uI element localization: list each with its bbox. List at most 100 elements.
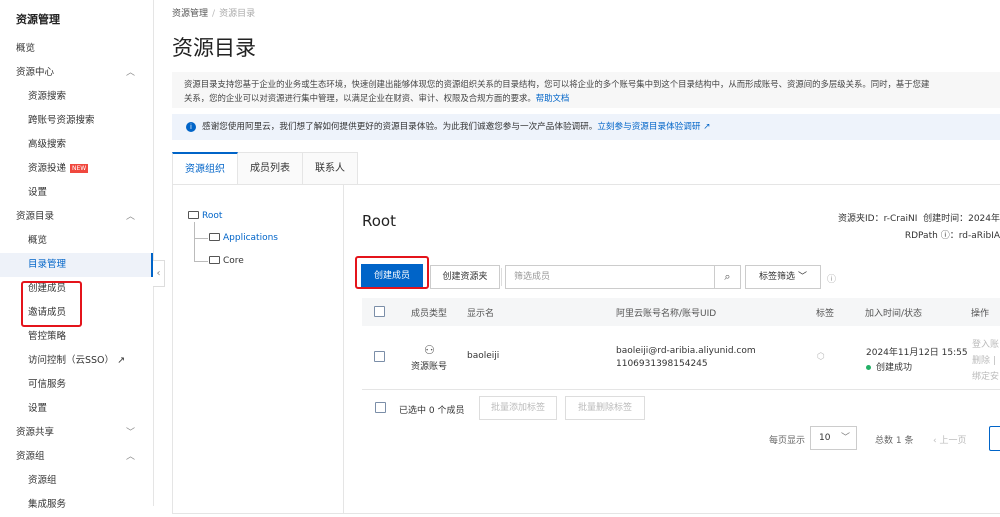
breadcrumb-link[interactable]: 资源管理 [172,9,208,19]
tree-line [194,222,195,262]
chevron-down-icon: ﹀ [125,428,135,438]
new-badge: NEW [70,164,89,173]
help-icon[interactable]: ⓘ [941,231,950,241]
sidebar-item-resource-group[interactable]: 资源组 [0,469,153,493]
sidebar-item-advanced-search[interactable]: 高级搜索 [0,133,153,157]
chevron-up-icon: ︿ [125,212,135,222]
rdpath-label: RDPath [904,231,938,241]
created-time: 创建时间：2024年 [923,214,1000,224]
select-all-checkbox[interactable] [374,306,385,317]
tree-node-applications[interactable]: Applications [209,232,278,243]
description-line: 关系，您的企业可以对资源进行集中管理，以满足企业在财资、审计、权限及合规方面的要… [184,93,536,103]
page-1-button[interactable] [989,426,1000,451]
label: 设置 [28,187,48,198]
search-icon[interactable]: ⌕ [714,266,740,288]
help-icon[interactable]: ⓘ [827,272,836,285]
help-doc-link[interactable]: 帮助文档 [536,93,570,103]
select-all-footer-checkbox[interactable] [375,402,386,413]
per-page-value: 10 [819,433,831,443]
sidebar: 资源管理 概览 资源中心 ︿ 资源搜索 跨账号资源搜索 高级搜索 资源投递 NEW … [0,0,154,510]
sidebar-item-trusted-services[interactable]: 可信服务 [0,373,153,397]
survey-link[interactable]: 立刻参与资源目录体验调研 [597,122,700,132]
bind-action[interactable]: 绑定安 [972,369,999,382]
highlight-box [21,281,82,327]
rdpath-value: ：rd-aRibIA [949,231,1000,241]
highlight-box [355,256,429,289]
sidebar-item-rd-overview[interactable]: 概览 [0,229,153,253]
sidebar-item-overview[interactable]: 概览 [0,37,153,61]
prev-page-button[interactable]: ‹ 上一页 [933,433,966,446]
sidebar-item-settings[interactable]: 设置 [0,181,153,205]
separator: / [212,9,216,19]
label: 集成服务 [28,499,67,510]
tree-label: Core [223,256,244,266]
tab-member-list[interactable]: 成员列表 [238,152,303,185]
tree-root[interactable]: Root [188,210,222,221]
label: 可信服务 [28,379,67,390]
batch-remove-tags-button[interactable]: 批量删除标签 [565,396,645,420]
search-placeholder: 筛选成员 [514,272,551,282]
selected-count: 已选中 0 个成员 [399,406,465,416]
user-icon: ⚇ [424,343,435,357]
label: 资源共享 [16,427,55,438]
sidebar-group-resource-directory[interactable]: 资源目录 ︿ [0,205,153,229]
delete-action[interactable]: 删除 | [972,353,996,366]
page-title: 资源目录 [172,36,256,60]
tag-icon[interactable]: ⬡ [817,352,825,362]
create-folder-button[interactable]: 创建资源夹 [430,265,500,289]
sidebar-group-resource-sharing[interactable]: 资源共享 ﹀ [0,421,153,445]
sidebar-item-integration[interactable]: 集成服务 [0,493,153,517]
collapse-sidebar-button[interactable]: ‹ [153,260,165,287]
label: 资源搜索 [28,91,67,102]
folder-icon [188,211,199,219]
sidebar-item-cross-account-search[interactable]: 跨账号资源搜索 [0,109,153,133]
column-header: 显示名 [467,309,495,319]
label: 资源组 [16,451,45,462]
member-name-link[interactable]: baoleiji [467,351,499,361]
member-search-input[interactable]: 筛选成员 ⌕ [505,265,741,289]
label: 资源组 [28,475,57,486]
sidebar-item-cloud-sso[interactable]: 访问控制（云SSO） ↗ [0,349,153,373]
column-header: 标签 [816,309,835,319]
label: 标签筛选 [759,272,796,282]
folder-icon [209,233,220,241]
success-dot [866,365,871,370]
tree-label: Applications [223,233,278,243]
tree-label: Root [202,211,223,221]
chevron-down-icon: ﹀ [797,272,807,282]
account-name: baoleiji@rd-aribia.aliyunid.com [616,346,756,356]
folder-id: 资源夹ID：r-CraiNI [838,214,918,224]
tab-resource-organization[interactable]: 资源组织 [172,152,238,185]
label: 设置 [28,403,48,414]
row-checkbox[interactable] [374,351,385,362]
sidebar-group-resource-center[interactable]: 资源中心 ︿ [0,61,153,85]
member-type: 资源账号 [411,362,448,372]
chevron-up-icon: ︿ [125,452,135,462]
divider [501,268,502,286]
folder-icon [209,256,220,264]
account-uid: 1106931398154245 [616,359,708,369]
tab-bar: 资源组织 成员列表 联系人 [172,152,358,185]
sidebar-item-control-policy[interactable]: 管控策略 [0,325,153,349]
status-text: 创建成功 [876,363,913,373]
batch-add-tags-button[interactable]: 批量添加标签 [479,396,557,420]
tree-node-core[interactable]: Core [209,255,244,266]
tree-line [194,261,208,262]
label: 访问控制（云SSO） [28,355,115,366]
column-header: 操作 [971,309,990,319]
login-action[interactable]: 登入账 [972,337,999,350]
sidebar-item-rd-settings[interactable]: 设置 [0,397,153,421]
sidebar-group-resource-group[interactable]: 资源组 ︿ [0,445,153,469]
tag-filter-dropdown[interactable]: 标签筛选 ﹀ [745,265,821,289]
per-page-select[interactable]: 10 ﹀ [810,426,857,450]
label: 高级搜索 [28,139,67,150]
tab-contacts[interactable]: 联系人 [303,152,358,185]
sidebar-item-directory-management[interactable]: 目录管理 [0,253,153,277]
breadcrumb: 资源管理 / 资源目录 [172,6,255,19]
sidebar-item-resource-delivery[interactable]: 资源投递 NEW [0,157,153,181]
sidebar-item-resource-search[interactable]: 资源搜索 [0,85,153,109]
folder-meta: 资源夹ID：r-CraiNI 创建时间：2024年 [838,211,1000,224]
folder-title: Root [362,212,396,230]
description-box: 资源目录支持您基于企业的业务或生态环境，快速创建出能够体现您的资源组织关系的目录… [172,72,1000,108]
notice-text: 感谢您使用阿里云，我们想了解如何提供更好的资源目录体验。为此我们诚邀您参与一次产… [202,122,598,132]
